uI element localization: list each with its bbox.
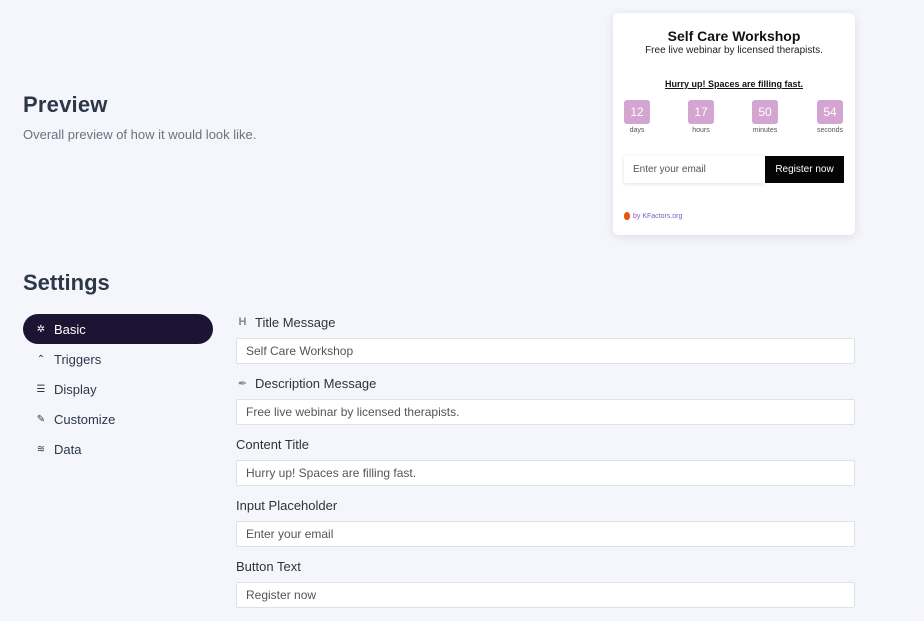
gear-icon: ✲ [36, 323, 46, 335]
register-button[interactable]: Register now [765, 156, 844, 183]
nav-item-display[interactable]: ☰ Display [23, 374, 213, 404]
widget-signup-form: Register now [624, 156, 844, 183]
countdown-label: seconds [816, 127, 844, 134]
countdown-value: 12 [624, 100, 650, 124]
field-description-message: ✒ Description Message [236, 374, 855, 425]
field-button-text: Button Text [236, 557, 855, 608]
button-text-input[interactable] [236, 582, 855, 608]
widget-title: Self Care Workshop [667, 28, 801, 44]
field-content-title: Content Title [236, 435, 855, 486]
field-label: Input Placeholder [236, 496, 855, 514]
field-label: H Title Message [236, 313, 855, 331]
countdown-hours: 17 hours [681, 100, 721, 134]
field-label-text: Title Message [255, 314, 336, 330]
countdown-days: 12 days [617, 100, 657, 134]
field-input-placeholder: Input Placeholder [236, 496, 855, 547]
content-title-input[interactable] [236, 460, 855, 486]
flame-icon [624, 212, 630, 220]
field-label-text: Description Message [255, 375, 377, 391]
nav-item-label: Display [54, 381, 97, 397]
field-label: ✒ Description Message [236, 374, 855, 392]
nav-item-label: Customize [54, 411, 116, 427]
settings-nav: ✲ Basic ⌃ Triggers ☰ Display ✎ Customize… [23, 314, 213, 464]
widget-credit-link[interactable]: by KFactors.org [624, 212, 682, 220]
settings-form: H Title Message ✒ Description Message Co… [236, 313, 855, 618]
countdown-label: hours [692, 127, 710, 134]
field-title-message: H Title Message [236, 313, 855, 364]
field-label-text: Content Title [236, 436, 309, 452]
preview-subtitle: Overall preview of how it would look lik… [23, 127, 257, 142]
nav-item-label: Data [54, 441, 82, 457]
countdown-value: 54 [817, 100, 843, 124]
countdown-label: days [629, 127, 645, 134]
heading-icon: H [238, 316, 247, 328]
title-message-input[interactable] [236, 338, 855, 364]
chevron-up-icon: ⌃ [36, 353, 46, 365]
countdown-value: 17 [688, 100, 714, 124]
input-placeholder-input[interactable] [236, 521, 855, 547]
brush-icon: ✎ [36, 413, 46, 425]
description-message-input[interactable] [236, 399, 855, 425]
widget-content-title: Hurry up! Spaces are filling fast. [664, 79, 804, 89]
countdown-label: minutes [752, 127, 778, 134]
nav-item-label: Triggers [54, 351, 102, 367]
database-icon: ≋ [36, 443, 46, 455]
countdown-minutes: 50 minutes [745, 100, 785, 134]
widget-email-input[interactable] [624, 156, 765, 183]
field-label-text: Input Placeholder [236, 497, 338, 513]
credit-text: by KFactors.org [633, 212, 683, 220]
nav-item-data[interactable]: ≋ Data [23, 434, 213, 464]
preview-header: Preview Overall preview of how it would … [23, 92, 256, 142]
sliders-icon: ☰ [36, 383, 46, 395]
nav-item-label: Basic [54, 321, 86, 337]
nav-item-triggers[interactable]: ⌃ Triggers [23, 344, 213, 374]
field-label: Content Title [236, 435, 855, 453]
widget-description: Free live webinar by licensed therapists… [645, 45, 823, 56]
nav-item-customize[interactable]: ✎ Customize [23, 404, 213, 434]
preview-title: Preview [23, 92, 108, 117]
settings-title: Settings [23, 270, 110, 295]
field-label-text: Button Text [236, 558, 301, 574]
field-label: Button Text [236, 557, 855, 575]
countdown-value: 50 [752, 100, 778, 124]
widget-preview-card: Self Care Workshop Free live webinar by … [613, 13, 855, 235]
countdown-seconds: 54 seconds [810, 100, 850, 134]
feather-icon: ✒ [237, 377, 248, 390]
nav-item-basic[interactable]: ✲ Basic [23, 314, 213, 344]
